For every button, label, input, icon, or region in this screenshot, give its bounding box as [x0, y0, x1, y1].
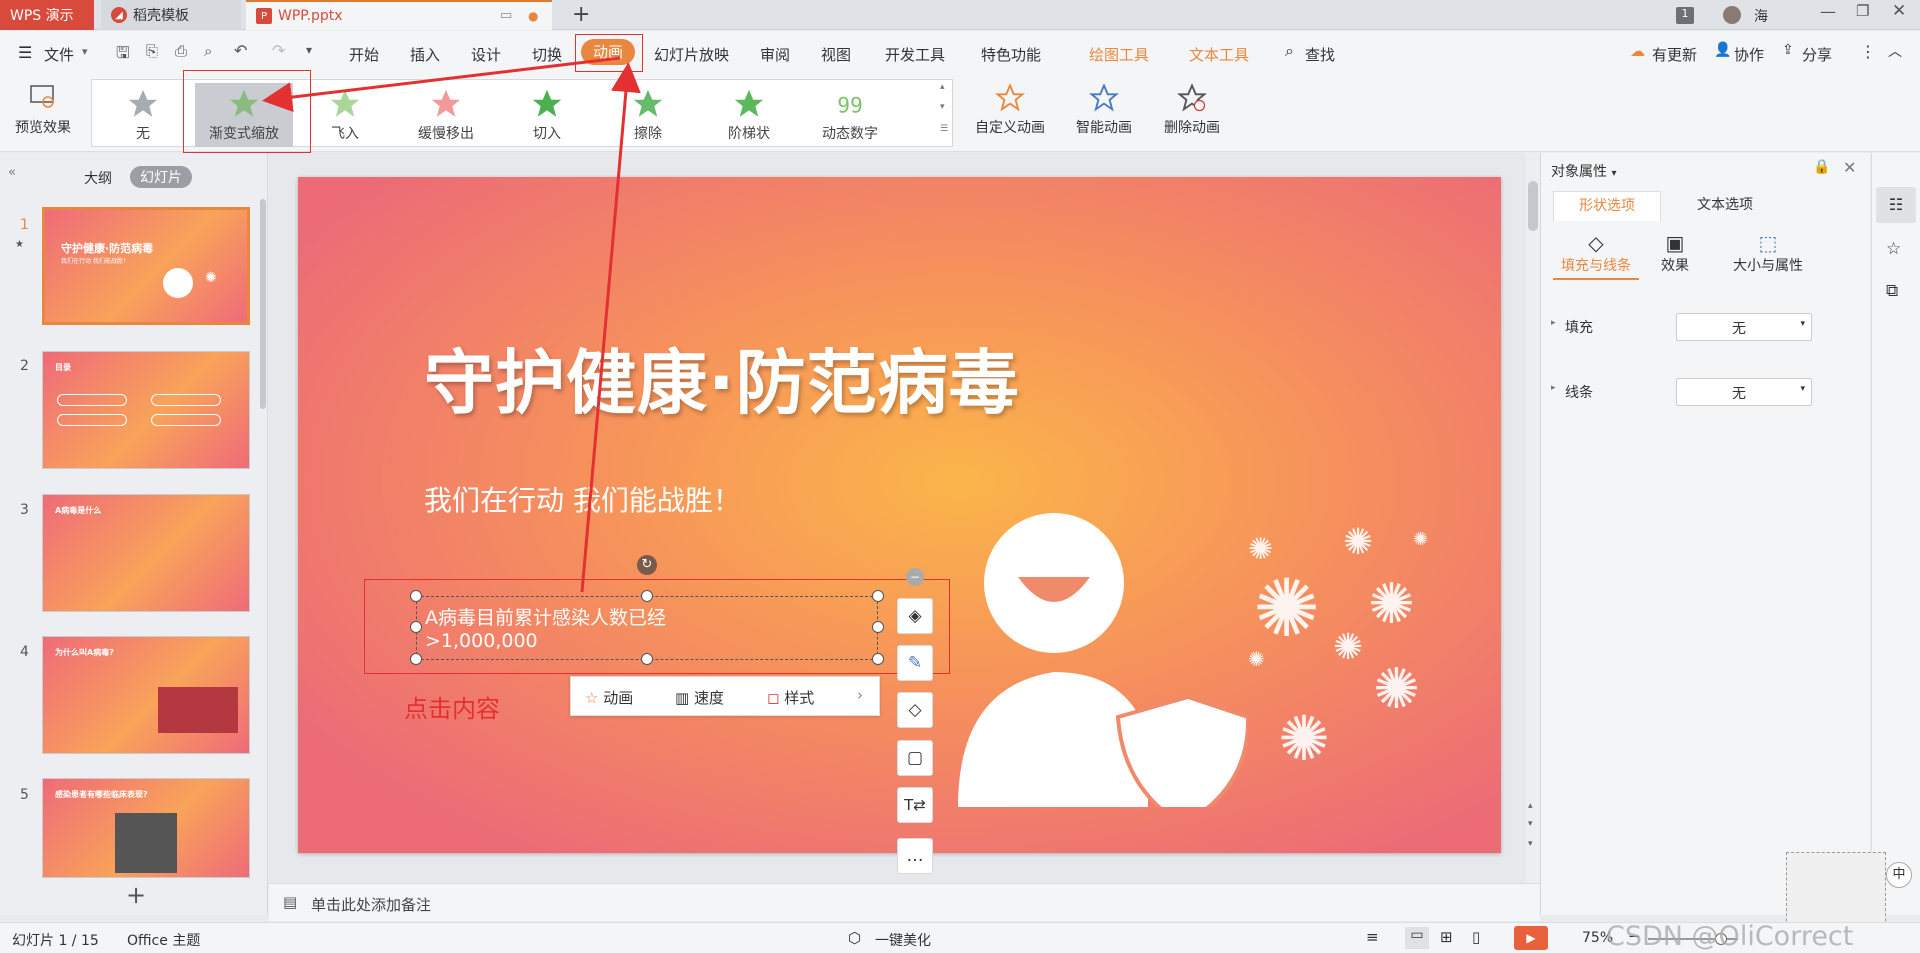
- panel-title-text: 对象属性: [1551, 164, 1607, 180]
- fill-select[interactable]: 无 ▾: [1676, 313, 1812, 341]
- panel-title[interactable]: 对象属性 ▾: [1551, 161, 1616, 181]
- arrow-to-gallery: [262, 56, 621, 113]
- size-icon: ⬚: [1758, 231, 1778, 255]
- subtab-label: 大小与属性: [1733, 258, 1803, 274]
- arrow-to-tab: [580, 62, 641, 593]
- beautify-icon: ⬡: [848, 929, 862, 947]
- sorter-view-icon[interactable]: ⊞: [1440, 928, 1453, 946]
- normal-view-icon[interactable]: ▭: [1405, 927, 1429, 949]
- size-property-tab[interactable]: ⬚ 大小与属性: [1713, 231, 1823, 275]
- effect-icon: ▣: [1665, 231, 1685, 255]
- chevron-down-icon: ▾: [1800, 319, 1805, 329]
- zoom-slider[interactable]: [1648, 933, 1738, 945]
- fill-label: 填充: [1565, 320, 1593, 336]
- fill-line-icon: ◇: [1588, 231, 1604, 255]
- subtab-label: 填充与线条: [1561, 258, 1631, 274]
- side-toolbar: ☷ ☆ ⧉: [1871, 153, 1920, 915]
- subtab-underline: [1553, 278, 1639, 280]
- line-label: 线条: [1565, 385, 1593, 401]
- line-select[interactable]: 无 ▾: [1676, 378, 1812, 406]
- animation-pane-icon[interactable]: ☆: [1886, 239, 1901, 259]
- fill-value: 无: [1732, 321, 1746, 337]
- scroll-thumb[interactable]: [1528, 181, 1538, 231]
- status-bar: 幻灯片 1 / 15 Office 主题 ⬡ 一键美化 ≡ ▭ ⊞ ▯ ▶ 75…: [0, 921, 1920, 953]
- line-value: 无: [1732, 386, 1746, 402]
- next-slide-icon[interactable]: ▾: [1528, 819, 1533, 829]
- scroll-end-icon[interactable]: ▾: [1528, 839, 1533, 849]
- beautify-button[interactable]: 一键美化: [875, 930, 931, 950]
- fill-row[interactable]: ▸ 填充 无 ▾: [1551, 313, 1861, 343]
- zoom-level[interactable]: 75%: [1582, 930, 1613, 946]
- tab-shape-options[interactable]: 形状选项: [1553, 191, 1661, 221]
- reading-view-icon[interactable]: ▯: [1472, 928, 1480, 946]
- fill-line-tab[interactable]: ◇ 填充与线条: [1553, 231, 1639, 280]
- chevron-down-icon: ▾: [1611, 168, 1617, 179]
- transition-pane-icon[interactable]: ⧉: [1886, 281, 1898, 301]
- effect-tab[interactable]: ▣ 效果: [1645, 231, 1705, 275]
- zoom-minus-icon[interactable]: −: [1628, 927, 1641, 945]
- watermark: CSDN @OliCorrect: [1606, 921, 1854, 952]
- notes-placeholder: 单击此处添加备注: [311, 896, 432, 914]
- expand-arrow-icon: ▸: [1551, 383, 1556, 393]
- editor-scrollbar[interactable]: ▴ ▾ ▾: [1526, 153, 1540, 883]
- tab-text-options[interactable]: 文本选项: [1671, 191, 1779, 221]
- line-row[interactable]: ▸ 线条 无 ▾: [1551, 378, 1861, 408]
- prev-slide-icon[interactable]: ▴: [1528, 801, 1533, 811]
- ime-indicator[interactable]: 中: [1886, 862, 1912, 888]
- slide-counter[interactable]: 幻灯片 1 / 15: [12, 930, 99, 950]
- object-properties-panel: 对象属性 ▾ 🔒 ✕ 形状选项 文本选项 ◇ 填充与线条 ▣ 效果 ⬚ 大小与属…: [1540, 153, 1870, 915]
- zoom-thumb[interactable]: [1714, 933, 1727, 945]
- theme-name[interactable]: Office 主题: [127, 930, 200, 950]
- chevron-down-icon: ▾: [1800, 384, 1805, 394]
- expand-arrow-icon: ▸: [1551, 318, 1556, 328]
- subtab-label: 效果: [1661, 258, 1689, 274]
- play-slideshow-button[interactable]: ▶: [1514, 926, 1548, 950]
- notes-bar[interactable]: ▤ 单击此处添加备注: [269, 883, 1540, 921]
- lock-icon[interactable]: 🔒: [1813, 159, 1830, 175]
- panel-close-icon[interactable]: ✕: [1843, 158, 1856, 177]
- notes-toggle-icon[interactable]: ≡: [1366, 928, 1379, 946]
- notes-icon: ▤: [283, 893, 298, 911]
- properties-toggle-icon[interactable]: ☷: [1876, 187, 1916, 223]
